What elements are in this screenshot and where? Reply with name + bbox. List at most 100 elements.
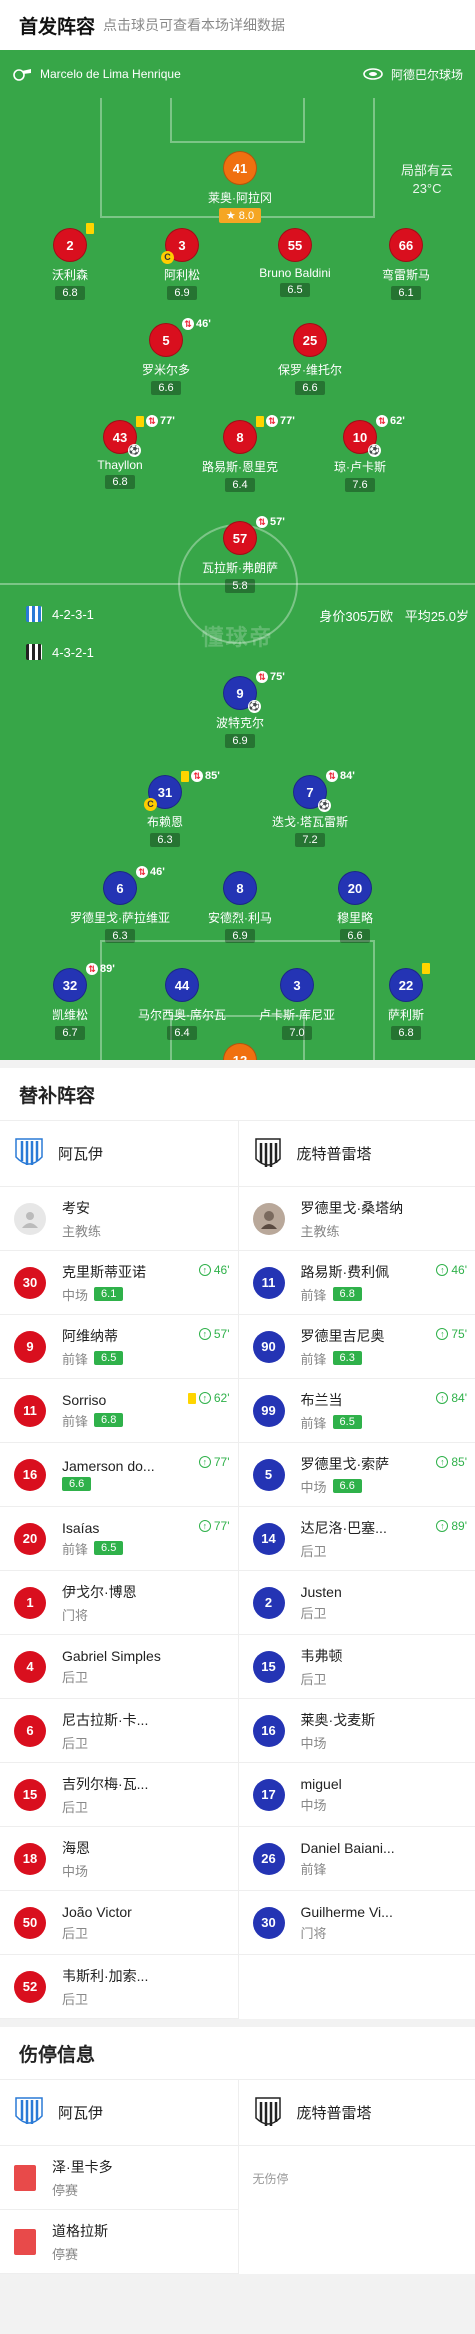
sub-player-row[interactable]: 14达尼洛·巴塞...后卫↑89': [239, 1507, 475, 1571]
sub-time: 77': [280, 415, 295, 427]
away-team-head[interactable]: 庞特普雷塔: [239, 1121, 475, 1187]
home-coach-row[interactable]: 考安 主教练: [0, 1187, 238, 1251]
sub-meta: 后卫: [62, 1797, 148, 1816]
player-marker[interactable]: 41莱奥·阿拉冈★ 8.0: [180, 151, 300, 224]
sub-player-row[interactable]: 90罗德里吉尼奥前锋6.3↑75': [239, 1315, 475, 1379]
player-marker[interactable]: 22萨利斯6.8: [346, 968, 466, 1041]
sub-info: 韦斯利·加索...后卫: [62, 1966, 148, 2008]
sub-meta: 后卫: [62, 1733, 148, 1752]
sub-player-row[interactable]: 17miguel中场: [239, 1763, 475, 1827]
sub-player-row[interactable]: 52韦斯利·加索...后卫: [0, 1955, 238, 2019]
sub-info: 达尼洛·巴塞...后卫: [301, 1518, 387, 1560]
sub-meta: 中场6.6: [301, 1477, 390, 1496]
player-marker[interactable]: 32⇅89'凯维松6.7: [10, 968, 130, 1041]
player-number: 44: [165, 968, 199, 1002]
sub-rating: 6.6: [62, 1477, 91, 1491]
sub-player-row[interactable]: 4Gabriel Simples后卫: [0, 1635, 238, 1699]
player-events: ⇅85': [181, 770, 220, 782]
sub-player-row[interactable]: 5罗德里戈·索萨中场6.6↑85': [239, 1443, 475, 1507]
sub-info: João Victor后卫: [62, 1904, 132, 1942]
player-rating: 6.6: [340, 929, 369, 943]
substitution-icon: ⇅: [266, 415, 278, 427]
sub-time: 77': [160, 415, 175, 427]
ponte-preta-crest-icon: [253, 1137, 283, 1171]
sub-player-row[interactable]: 20Isaías前锋6.5↑77': [0, 1507, 238, 1571]
sub-player-row[interactable]: 50 João Victor后卫: [0, 1891, 238, 1955]
sub-meta: 前锋: [301, 1859, 395, 1878]
player-marker[interactable]: 9⇅75'⚽波特克尔6.9: [180, 676, 300, 749]
player-marker[interactable]: 66弯雷斯马6.1: [346, 228, 466, 301]
player-marker[interactable]: 55Bruno Baldini6.5: [235, 228, 355, 298]
player-marker[interactable]: 6⇅46'罗德里戈·萨拉维亚6.3: [60, 871, 180, 944]
sub-time: 57': [270, 516, 285, 528]
lineup-header: 首发阵容 点击球员可查看本场详细数据: [0, 0, 475, 50]
sub-number: 15: [253, 1651, 285, 1683]
player-name: 卢卡斯·库尼亚: [237, 1006, 357, 1023]
sub-player-row[interactable]: 15 韦弗顿后卫: [239, 1635, 475, 1699]
sub-player-row[interactable]: 9阿维纳蒂前锋6.5↑57': [0, 1315, 238, 1379]
lineup-subtitle: 点击球员可查看本场详细数据: [103, 15, 285, 35]
sub-player-row[interactable]: 15吉列尔梅·瓦...后卫: [0, 1763, 238, 1827]
sub-name: Gabriel Simples: [62, 1648, 161, 1664]
player-marker[interactable]: 20穆里略6.6: [295, 871, 415, 944]
player-marker[interactable]: 44马尔西奥·席尔瓦6.4: [122, 968, 242, 1041]
player-marker[interactable]: 57⇅57'瓦拉斯·弗朗萨5.8: [180, 521, 300, 594]
sub-player-row[interactable]: 16Jamerson do...6.6↑77': [0, 1443, 238, 1507]
player-rating: 6.9: [225, 929, 254, 943]
sub-player-row[interactable]: 30Guilherme Vi...门将: [239, 1891, 475, 1955]
sub-player-row[interactable]: 6尼古拉斯·卡...后卫: [0, 1699, 238, 1763]
sub-rating: 6.3: [333, 1351, 362, 1365]
sub-player-row[interactable]: 2Justen后卫: [239, 1571, 475, 1635]
injury-row[interactable]: 泽·里卡多停赛: [0, 2146, 238, 2210]
player-number: 7⇅84'⚽: [293, 775, 327, 809]
player-marker[interactable]: 7⇅84'⚽迭戈·塔瓦雷斯7.2: [250, 775, 370, 848]
sub-meta: 后卫: [62, 1989, 148, 2008]
player-rating: 6.1: [391, 286, 420, 300]
player-marker[interactable]: 25保罗·维托尔6.6: [250, 323, 370, 396]
sub-number: 50: [14, 1907, 46, 1939]
player-marker[interactable]: 3C阿利松6.9: [122, 228, 242, 301]
home-injury-team-head[interactable]: 阿瓦伊: [0, 2080, 238, 2146]
sub-number: 16: [14, 1459, 46, 1491]
sub-meta: 中场: [62, 1861, 90, 1880]
injury-status-text: 停赛: [52, 2244, 78, 2263]
player-marker[interactable]: 5⇅46'罗米尔多6.6: [106, 323, 226, 396]
away-injury-team-head[interactable]: 庞特普雷塔: [239, 2080, 475, 2146]
player-marker[interactable]: 43⇅77'⚽Thayllon6.8: [60, 420, 180, 490]
sub-name: Guilherme Vi...: [301, 1904, 393, 1920]
player-events: ⇅46': [136, 866, 165, 878]
home-team-head[interactable]: 阿瓦伊: [0, 1121, 238, 1187]
sub-in-icon: ↑: [436, 1520, 448, 1532]
player-rating: 6.8: [391, 1026, 420, 1040]
sub-player-row[interactable]: 11路易斯·费利佩前锋6.8↑46': [239, 1251, 475, 1315]
sub-player-row[interactable]: 99布兰当前锋6.5↑84': [239, 1379, 475, 1443]
sub-in-time: 77': [214, 1455, 230, 1469]
sub-player-row[interactable]: 1伊戈尔·博恩门将: [0, 1571, 238, 1635]
sub-meta: 6.6: [62, 1477, 155, 1491]
sub-name: 达尼洛·巴塞...: [301, 1518, 387, 1538]
player-marker[interactable]: 31⇅85'C布赖恩6.3: [105, 775, 225, 848]
sub-player-row[interactable]: 26Daniel Baiani...前锋: [239, 1827, 475, 1891]
sub-player-row[interactable]: 18海恩中场: [0, 1827, 238, 1891]
injury-row[interactable]: 道格拉斯停赛: [0, 2210, 238, 2274]
player-number: 12: [223, 1043, 257, 1060]
player-marker[interactable]: 8安德烈·利马6.9: [180, 871, 300, 944]
injured-player-name: 道格拉斯: [52, 2221, 108, 2241]
player-marker[interactable]: 3卢卡斯·库尼亚7.0: [237, 968, 357, 1041]
sub-player-row[interactable]: 16莱奥·戈麦斯中场: [239, 1699, 475, 1763]
sub-meta: 前锋6.5: [62, 1539, 123, 1558]
sub-position: 后卫: [301, 1603, 327, 1622]
player-marker[interactable]: 2沃利森6.8: [10, 228, 130, 301]
away-coach-row[interactable]: 罗德里戈·桑塔纳 主教练: [239, 1187, 475, 1251]
yellow-card-icon: [181, 771, 189, 782]
player-rating: 6.4: [225, 478, 254, 492]
player-marker[interactable]: 8⇅77'路易斯·恩里克6.4: [180, 420, 300, 493]
subs-title: 替补阵容: [0, 1068, 475, 1120]
sub-player-row[interactable]: 11Sorriso前锋6.8↑62': [0, 1379, 238, 1443]
player-marker[interactable]: 12迪奥戈·席尔瓦6.9: [180, 1043, 300, 1060]
sub-info: 韦弗顿后卫: [301, 1646, 343, 1688]
player-marker[interactable]: 10⇅62'⚽琼·卢卡斯7.6: [300, 420, 420, 493]
avai-crest-icon: [14, 2096, 44, 2130]
sub-player-row[interactable]: 30克里斯蒂亚诺中场6.1↑46': [0, 1251, 238, 1315]
sub-info: Isaías前锋6.5: [62, 1520, 123, 1558]
